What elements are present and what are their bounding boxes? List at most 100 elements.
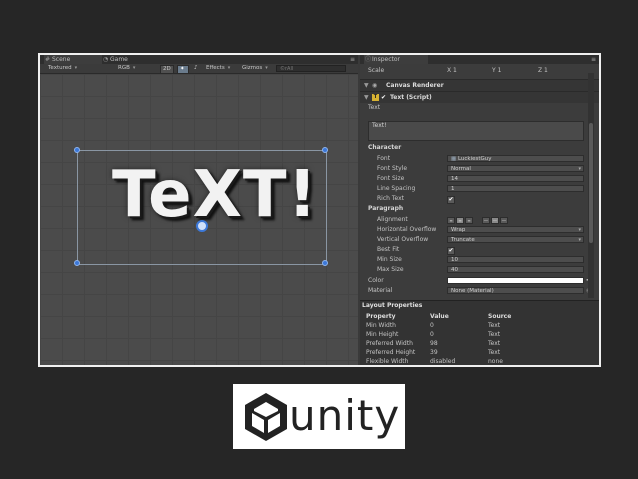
resize-handle-top-right[interactable] — [322, 147, 328, 153]
table-cell: Min Width — [366, 322, 396, 329]
inspector-menu-icon[interactable]: ≡ — [591, 55, 596, 64]
line-spacing-input[interactable]: 1 — [447, 185, 584, 192]
table-cell: 0 — [430, 322, 434, 329]
gizmos-dropdown[interactable]: Gizmos — [240, 65, 270, 72]
scene-toolbar: Textured RGB 2D ✦ ♪ Effects Gizmos ©rAll — [40, 64, 358, 74]
table-cell: none — [488, 358, 503, 365]
table-cell: Text — [488, 349, 501, 356]
resize-handle-bottom-left[interactable] — [74, 260, 80, 266]
alignment-label: Alignment — [377, 216, 408, 223]
material-field[interactable]: None (Material) — [447, 287, 584, 294]
table-cell: Text — [488, 331, 501, 338]
foldout-arrow-icon: ▼ — [364, 94, 369, 101]
script-icon: T — [372, 94, 379, 101]
tab-game[interactable]: ◔ Game — [102, 55, 160, 64]
v-overflow-dropdown[interactable]: Truncate — [447, 236, 584, 244]
render-mode-dropdown[interactable]: Textured — [46, 65, 79, 72]
align-top-button[interactable]: ― — [481, 217, 490, 224]
inspector-panel: ⓘ Inspector ≡ Scale X 1 Y 1 Z 1 ▼ ◉ Canv… — [360, 55, 599, 365]
font-style-label: Font Style — [377, 165, 408, 172]
align-bottom-button[interactable]: ― — [499, 217, 508, 224]
scene-search-input[interactable]: ©rAll — [276, 65, 346, 72]
max-size-row: Max Size 40 — [360, 265, 599, 275]
v-overflow-row: Vertical Overflow Truncate — [360, 235, 599, 245]
font-style-row: Font Style Normal — [360, 164, 599, 174]
best-fit-row: Best Fit ✔ — [360, 245, 599, 255]
canvas-renderer-label: Canvas Renderer — [386, 82, 444, 89]
align-middle-button[interactable]: ― — [490, 217, 499, 224]
pivot-icon[interactable] — [196, 220, 208, 232]
rich-text-checkbox[interactable]: ✔ — [447, 196, 455, 204]
audio-toggle-icon[interactable]: ♪ — [192, 65, 200, 72]
h-overflow-dropdown[interactable]: Wrap — [447, 226, 584, 234]
table-cell: Preferred Width — [366, 340, 413, 347]
best-fit-checkbox[interactable]: ✔ — [447, 247, 455, 255]
inspector-scrollbar[interactable] — [588, 73, 594, 298]
font-size-row: Font Size 14 — [360, 174, 599, 184]
table-cell: Flexible Width — [366, 358, 409, 365]
material-label: Material — [368, 287, 393, 294]
align-right-button[interactable]: ≡ — [465, 217, 473, 224]
rich-text-row: Rich Text ✔ — [360, 194, 599, 204]
text-script-header[interactable]: ▼ T ✔ Text (Script) ⚙ — [360, 91, 599, 103]
unity-logo: unity — [233, 384, 405, 449]
text-row: Text — [360, 103, 599, 113]
grid-icon: # — [45, 56, 51, 63]
tab-inspector[interactable]: ⓘ Inspector — [364, 55, 428, 64]
table-cell: disabled — [430, 358, 456, 365]
color-mode-dropdown[interactable]: RGB — [116, 65, 137, 72]
scene-canvas[interactable]: TeXT! — [40, 74, 358, 365]
canvas-renderer-header[interactable]: ▼ ◉ Canvas Renderer ⚙ — [360, 79, 599, 91]
effects-dropdown[interactable]: Effects — [204, 65, 232, 72]
screenshot-frame: # Scene ◔ Game ≡ Textured RGB 2D ✦ ♪ Eff… — [38, 53, 601, 367]
font-asset-icon: ▦ — [451, 156, 457, 162]
pacman-icon: ◔ — [103, 56, 109, 63]
scale-x-field[interactable]: X 1 — [447, 66, 457, 76]
scrollbar-thumb[interactable] — [589, 123, 593, 243]
align-left-button[interactable]: ≡ — [447, 217, 455, 224]
text-input[interactable]: Text! — [368, 121, 584, 141]
min-size-label: Min Size — [377, 256, 402, 263]
table-cell: 0 — [430, 331, 434, 338]
color-label: Color — [368, 277, 384, 284]
col-header-property: Property — [366, 313, 396, 320]
component-enabled-checkbox[interactable]: ✔ — [381, 92, 386, 103]
col-header-source: Source — [488, 313, 512, 320]
min-size-row: Min Size 10 — [360, 255, 599, 265]
v-overflow-label: Vertical Overflow — [377, 236, 429, 243]
resize-handle-top-left[interactable] — [74, 147, 80, 153]
scale-y-field[interactable]: Y 1 — [492, 66, 501, 76]
line-spacing-label: Line Spacing — [377, 185, 416, 192]
tab-scene-label: Scene — [52, 56, 71, 63]
tab-scene[interactable]: # Scene — [44, 55, 102, 64]
layout-properties-title: Layout Properties — [362, 302, 423, 309]
layout-properties-panel: Layout Properties Property Value Source … — [360, 300, 599, 365]
font-field[interactable]: ▦ LuckiestGuy — [447, 155, 584, 162]
scale-row: Scale X 1 Y 1 Z 1 — [360, 66, 599, 76]
unity-wordmark: unity — [289, 391, 401, 440]
font-size-label: Font Size — [377, 175, 405, 182]
max-size-input[interactable]: 40 — [447, 266, 584, 273]
info-icon: ⓘ — [365, 56, 372, 63]
table-cell: 39 — [430, 349, 438, 356]
scale-z-field[interactable]: Z 1 — [538, 66, 548, 76]
font-style-dropdown[interactable]: Normal — [447, 165, 584, 173]
align-center-button[interactable]: ≡ — [456, 217, 464, 224]
scene-tabbar: # Scene ◔ Game ≡ — [40, 55, 358, 64]
scene-text-object[interactable]: TeXT! — [112, 158, 318, 232]
paragraph-section-header: Paragraph — [368, 205, 404, 212]
2d-toggle-button[interactable]: 2D — [160, 65, 174, 74]
table-cell: Text — [488, 322, 501, 329]
scene-panel: # Scene ◔ Game ≡ Textured RGB 2D ✦ ♪ Eff… — [40, 55, 358, 365]
font-size-input[interactable]: 14 — [447, 175, 584, 182]
line-spacing-row: Line Spacing 1 — [360, 184, 599, 194]
text-label: Text — [368, 104, 381, 111]
resize-handle-bottom-right[interactable] — [322, 260, 328, 266]
min-size-input[interactable]: 10 — [447, 256, 584, 263]
font-label: Font — [377, 155, 391, 162]
best-fit-label: Best Fit — [377, 246, 400, 253]
panel-menu-icon[interactable]: ≡ — [350, 55, 355, 64]
color-swatch[interactable] — [447, 277, 584, 284]
lighting-toggle-icon[interactable]: ✦ — [177, 65, 189, 74]
inspector-tabbar: ⓘ Inspector ≡ — [360, 55, 599, 64]
